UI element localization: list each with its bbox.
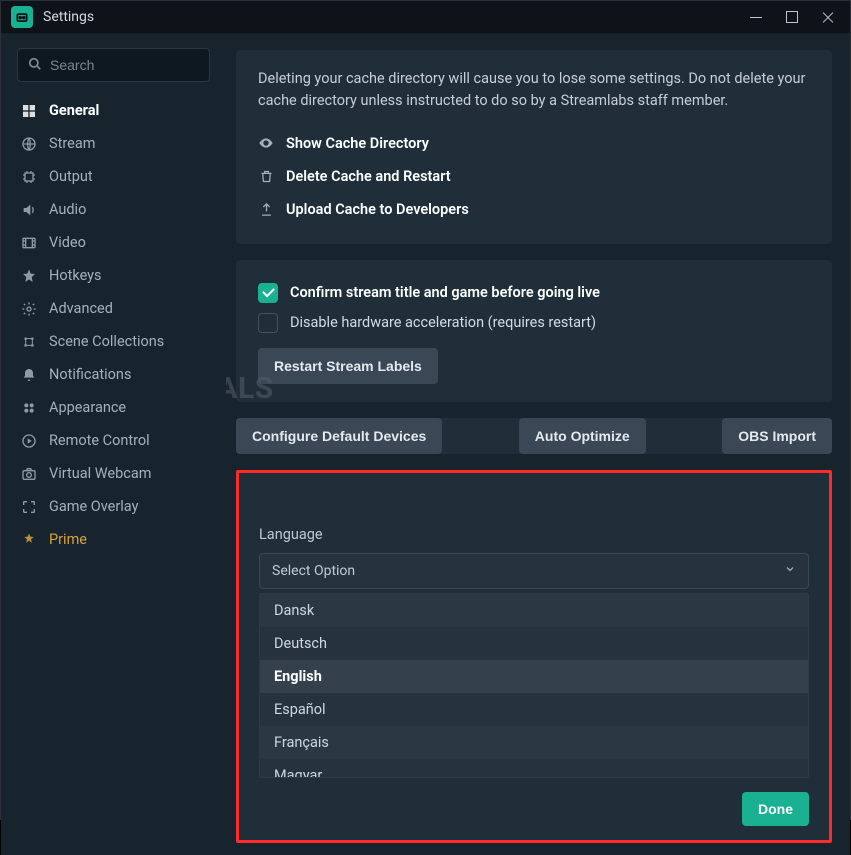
sidebar-item-label: Game Overlay bbox=[49, 498, 138, 515]
search-input-wrap[interactable] bbox=[17, 48, 210, 82]
minimize-button[interactable] bbox=[738, 1, 774, 33]
language-select-value: Select Option bbox=[272, 563, 355, 579]
close-button[interactable] bbox=[810, 1, 846, 33]
chevron-down-icon bbox=[784, 563, 796, 579]
sidebar-item-label: Notifications bbox=[49, 366, 131, 383]
language-label: Language bbox=[259, 526, 809, 543]
titlebar: Settings bbox=[1, 1, 850, 34]
sidebar-item-label: Output bbox=[49, 168, 93, 185]
sidebar: General Stream Output Audio Video Hotkeys Adva… bbox=[1, 34, 226, 855]
cache-warning-text: Deleting your cache directory will cause… bbox=[258, 68, 810, 113]
language-option[interactable]: English bbox=[260, 660, 808, 693]
appearance-icon bbox=[21, 400, 37, 416]
delete-cache-button[interactable]: Delete Cache and Restart bbox=[258, 160, 810, 193]
sidebar-item-label: Hotkeys bbox=[49, 267, 102, 284]
sidebar-item-label: Scene Collections bbox=[49, 333, 164, 350]
sidebar-item-advanced[interactable]: Advanced bbox=[1, 292, 226, 325]
sidebar-item-video[interactable]: Video bbox=[1, 226, 226, 259]
trash-icon bbox=[258, 169, 274, 184]
sidebar-item-game-overlay[interactable]: Game Overlay bbox=[1, 490, 226, 523]
sliders-icon bbox=[21, 301, 37, 317]
auto-optimize-button[interactable]: Auto Optimize bbox=[519, 418, 646, 454]
window-title: Settings bbox=[43, 9, 738, 25]
confirm-title-label: Confirm stream title and game before goi… bbox=[290, 284, 600, 301]
main-panel: Deleting your cache directory will cause… bbox=[226, 34, 850, 855]
sidebar-item-remote-control[interactable]: Remote Control bbox=[1, 424, 226, 457]
restart-labels-button[interactable]: Restart Stream Labels bbox=[258, 348, 438, 384]
search-input[interactable] bbox=[50, 57, 231, 73]
sidebar-item-general[interactable]: General bbox=[1, 94, 226, 127]
cache-card: Deleting your cache directory will cause… bbox=[236, 50, 832, 244]
star-icon bbox=[21, 268, 37, 284]
app-logo-icon bbox=[11, 6, 33, 28]
search-icon bbox=[28, 56, 42, 75]
upload-icon bbox=[258, 202, 274, 217]
language-option[interactable]: Magyar bbox=[260, 759, 808, 778]
sidebar-item-label: Audio bbox=[49, 201, 86, 218]
show-cache-button[interactable]: Show Cache Directory bbox=[258, 127, 810, 160]
configure-devices-button[interactable]: Configure Default Devices bbox=[236, 418, 442, 454]
sidebar-item-output[interactable]: Output bbox=[1, 160, 226, 193]
language-card: A PUALS Language Select Option DanskDeut… bbox=[236, 470, 832, 843]
sidebar-item-stream[interactable]: Stream bbox=[1, 127, 226, 160]
language-select[interactable]: Select Option bbox=[259, 553, 809, 589]
disable-hw-label: Disable hardware acceleration (requires … bbox=[290, 314, 596, 331]
sidebar-item-scene-collections[interactable]: Scene Collections bbox=[1, 325, 226, 358]
grid-icon bbox=[21, 103, 37, 119]
volume-icon bbox=[21, 202, 37, 218]
sidebar-item-prime[interactable]: Prime bbox=[1, 523, 226, 556]
globe-icon bbox=[21, 136, 37, 152]
maximize-button[interactable] bbox=[774, 1, 810, 33]
sidebar-item-label: Virtual Webcam bbox=[49, 465, 151, 482]
done-button[interactable]: Done bbox=[742, 792, 809, 826]
sidebar-item-notifications[interactable]: Notifications bbox=[1, 358, 226, 391]
overlay-icon bbox=[21, 499, 37, 515]
collections-icon bbox=[21, 334, 37, 350]
sidebar-item-label: Video bbox=[49, 234, 86, 251]
remote-icon bbox=[21, 433, 37, 449]
sidebar-item-label: Advanced bbox=[49, 300, 113, 317]
camera-icon bbox=[21, 466, 37, 482]
obs-import-button[interactable]: OBS Import bbox=[722, 418, 832, 454]
film-icon bbox=[21, 235, 37, 251]
actions-card: Configure Default Devices Auto Optimize … bbox=[236, 418, 832, 454]
disable-hw-row[interactable]: Disable hardware acceleration (requires … bbox=[258, 308, 810, 338]
bell-icon bbox=[21, 367, 37, 383]
upload-cache-button[interactable]: Upload Cache to Developers bbox=[258, 193, 810, 226]
confirm-title-row[interactable]: Confirm stream title and game before goi… bbox=[258, 278, 810, 308]
sidebar-item-label: Remote Control bbox=[49, 432, 150, 449]
language-dropdown[interactable]: DanskDeutschEnglishEspañolFrançaisMagyar bbox=[259, 593, 809, 778]
disable-hw-checkbox[interactable] bbox=[258, 313, 278, 333]
language-option[interactable]: Deutsch bbox=[260, 627, 808, 660]
prime-icon bbox=[21, 532, 37, 548]
sidebar-item-audio[interactable]: Audio bbox=[1, 193, 226, 226]
show-cache-label: Show Cache Directory bbox=[286, 135, 429, 152]
sidebar-item-label: Prime bbox=[49, 531, 87, 548]
language-option[interactable]: Dansk bbox=[260, 594, 808, 627]
sidebar-item-appearance[interactable]: Appearance bbox=[1, 391, 226, 424]
confirm-title-checkbox[interactable] bbox=[258, 283, 278, 303]
stream-card: Confirm stream title and game before goi… bbox=[236, 260, 832, 402]
sidebar-item-label: Appearance bbox=[49, 399, 126, 416]
sidebar-item-label: General bbox=[49, 102, 99, 119]
language-option[interactable]: Français bbox=[260, 726, 808, 759]
language-option[interactable]: Español bbox=[260, 693, 808, 726]
sidebar-item-label: Stream bbox=[49, 135, 95, 152]
sidebar-item-hotkeys[interactable]: Hotkeys bbox=[1, 259, 226, 292]
chip-icon bbox=[21, 169, 37, 185]
sidebar-item-virtual-webcam[interactable]: Virtual Webcam bbox=[1, 457, 226, 490]
delete-cache-label: Delete Cache and Restart bbox=[286, 168, 451, 185]
eye-icon bbox=[258, 135, 274, 151]
upload-cache-label: Upload Cache to Developers bbox=[286, 201, 469, 218]
